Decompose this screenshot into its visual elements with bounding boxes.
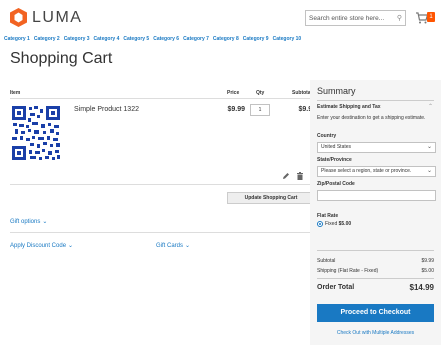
order-total-label: Order Total xyxy=(317,284,355,291)
luma-logo-icon xyxy=(10,8,27,27)
nav-category-5[interactable]: Category 5 xyxy=(123,34,149,44)
nav-category-1[interactable]: Category 1 xyxy=(4,34,30,44)
update-cart-button[interactable]: Update Shopping Cart xyxy=(227,192,315,204)
order-total-value: $14.99 xyxy=(409,283,434,292)
flat-rate-price: $5.00 xyxy=(338,221,352,227)
summary-divider xyxy=(317,100,434,101)
gift-cards-label: Gift Cards xyxy=(156,243,184,249)
gift-cards-toggle[interactable]: Gift Cards ⌄ xyxy=(156,242,190,249)
estimate-shipping-title[interactable]: Estimate Shipping and Tax xyxy=(317,104,381,110)
shipping-label: Shipping (Flat Rate - Fixed) xyxy=(317,268,379,274)
estimate-description: Enter your destination to get a shipping… xyxy=(317,115,426,121)
summary-title: Summary xyxy=(317,86,356,96)
order-total-divider xyxy=(317,278,434,279)
minicart-button[interactable]: 1 xyxy=(415,11,439,25)
country-value: United States xyxy=(321,144,352,150)
quantity-input[interactable]: 1 xyxy=(250,104,270,116)
state-select[interactable]: Please select a region, state or provinc… xyxy=(317,166,436,177)
search-placeholder: Search entire store here... xyxy=(309,14,385,22)
column-header-price: Price xyxy=(227,90,240,96)
apply-discount-toggle[interactable]: Apply Discount Code ⌄ xyxy=(10,242,73,249)
chevron-down-icon: ⌄ xyxy=(185,243,191,249)
chevron-down-icon: ⌄ xyxy=(426,168,432,174)
table-body-divider xyxy=(10,184,320,185)
gift-options-divider xyxy=(10,232,320,233)
table-header-divider xyxy=(10,98,320,99)
country-select[interactable]: United States ⌄ xyxy=(317,142,436,153)
pencil-icon[interactable] xyxy=(282,172,290,180)
page-title: Shopping Cart xyxy=(10,50,113,67)
category-nav: Category 1 Category 2 Category 3 Categor… xyxy=(0,34,441,44)
column-header-qty: Qty xyxy=(256,90,265,96)
search-icon[interactable]: ⚲ xyxy=(397,14,402,22)
flat-rate-option[interactable]: Fixed $5.00 xyxy=(317,221,351,227)
trash-icon[interactable] xyxy=(296,172,304,180)
search-input[interactable]: Search entire store here... ⚲ xyxy=(305,10,406,26)
state-label: State/Province xyxy=(317,157,352,163)
state-value: Please select a region, state or provinc… xyxy=(321,168,412,174)
zip-label: Zip/Postal Code xyxy=(317,181,355,187)
nav-category-9[interactable]: Category 9 xyxy=(243,34,269,44)
chevron-down-icon: ⌄ xyxy=(68,243,74,249)
shipping-value: $5.00 xyxy=(421,268,434,274)
nav-category-8[interactable]: Category 8 xyxy=(213,34,239,44)
country-label: Country xyxy=(317,133,337,139)
zip-input[interactable] xyxy=(317,190,436,201)
store-logo[interactable]: LUMA xyxy=(10,8,82,27)
site-header: LUMA Search entire store here... ⚲ 1 xyxy=(0,0,441,34)
totals-divider xyxy=(317,250,434,251)
chevron-down-icon: ⌄ xyxy=(426,144,432,150)
subtotal-value: $9.99 xyxy=(421,258,434,264)
multi-address-checkout-link[interactable]: Check Out with Multiple Addresses xyxy=(317,330,434,336)
product-image[interactable] xyxy=(10,104,62,162)
nav-category-2[interactable]: Category 2 xyxy=(34,34,60,44)
nav-category-10[interactable]: Category 10 xyxy=(273,34,302,44)
chevron-down-icon: ⌄ xyxy=(42,219,48,225)
nav-category-4[interactable]: Category 4 xyxy=(94,34,120,44)
flat-rate-title: Flat Rate xyxy=(317,213,339,219)
product-name-link[interactable]: Simple Product 1322 xyxy=(74,106,139,113)
column-header-item: Item xyxy=(10,90,21,96)
product-price: $9.99 xyxy=(227,106,245,113)
apply-discount-label: Apply Discount Code xyxy=(10,243,67,249)
cart-count-badge: 1 xyxy=(427,12,435,22)
flat-rate-option-label: Fixed xyxy=(325,221,338,227)
column-header-subtotal: Subtotal xyxy=(292,90,312,96)
gift-options-label: Gift options xyxy=(10,219,41,225)
brand-name: LUMA xyxy=(32,9,83,26)
nav-category-6[interactable]: Category 6 xyxy=(153,34,179,44)
cart-summary: Summary Estimate Shipping and Tax ⌃ Ente… xyxy=(310,80,441,345)
chevron-up-icon[interactable]: ⌃ xyxy=(428,103,433,110)
nav-category-7[interactable]: Category 7 xyxy=(183,34,209,44)
gift-options-toggle[interactable]: Gift options ⌄ xyxy=(10,218,47,225)
proceed-to-checkout-button[interactable]: Proceed to Checkout xyxy=(317,304,434,322)
flat-rate-radio[interactable] xyxy=(317,221,323,227)
nav-category-3[interactable]: Category 3 xyxy=(64,34,90,44)
subtotal-label: Subtotal xyxy=(317,258,336,264)
